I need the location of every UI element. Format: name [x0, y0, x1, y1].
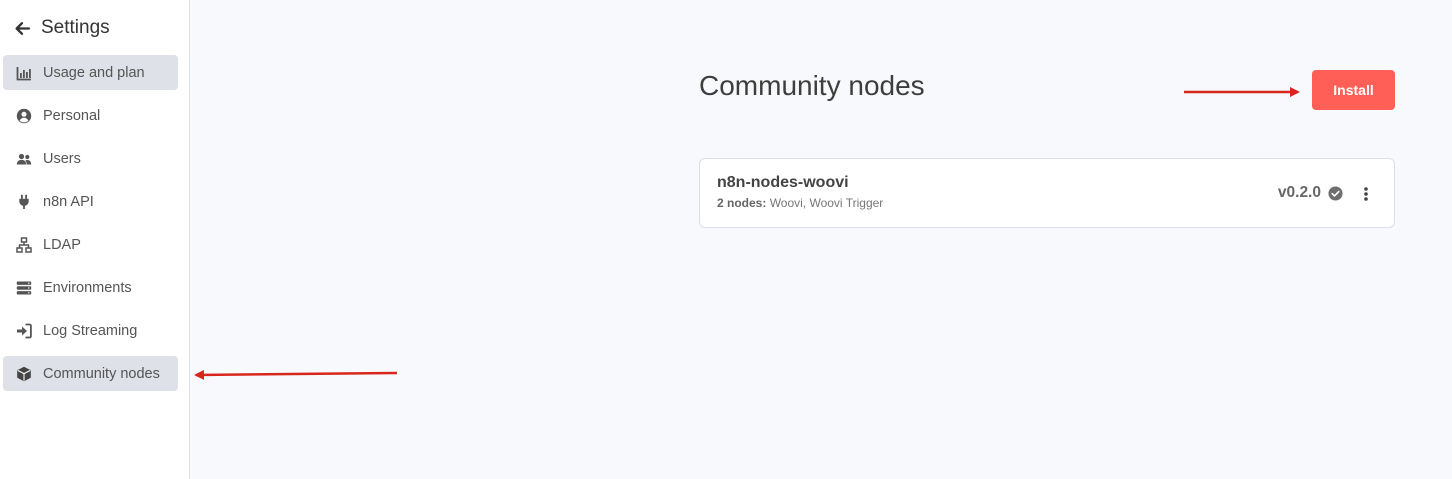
- users-icon: [15, 151, 33, 167]
- install-button[interactable]: Install: [1312, 70, 1395, 110]
- sidebar-item-label: Usage and plan: [43, 64, 145, 81]
- settings-sidebar: Settings Usage and plan Personal Users n…: [0, 0, 190, 479]
- sidebar-item-label: Users: [43, 150, 81, 167]
- settings-back-link[interactable]: Settings: [14, 16, 110, 40]
- version-label: v0.2.0: [1277, 184, 1321, 201]
- community-node-card: n8n-nodes-woovi 2 nodes: Woovi, Woovi Tr…: [699, 158, 1395, 228]
- server-icon: [15, 280, 33, 296]
- sidebar-item-label: Log Streaming: [43, 322, 138, 339]
- node-version: v0.2.0: [1278, 184, 1343, 202]
- sidebar-item-label: Environments: [43, 279, 132, 296]
- node-actions-menu-button[interactable]: [1354, 181, 1378, 207]
- sidebar-item-label: n8n API: [43, 193, 94, 210]
- sidebar-item-label: LDAP: [43, 236, 81, 253]
- plug-icon: [15, 194, 33, 210]
- sidebar-item-usage-and-plan[interactable]: Usage and plan: [3, 55, 178, 90]
- sidebar-item-ldap[interactable]: LDAP: [3, 227, 178, 262]
- node-count: 2 nodes:: [717, 196, 767, 210]
- sidebar-item-users[interactable]: Users: [3, 141, 178, 176]
- arrow-left-icon[interactable]: [14, 20, 31, 37]
- kebab-menu-icon: [1364, 187, 1368, 201]
- page-title: Community nodes: [699, 70, 925, 101]
- sidebar-item-label: Personal: [43, 107, 101, 124]
- user-circle-icon: [15, 108, 33, 124]
- node-package-name: n8n-nodes-woovi: [717, 174, 849, 191]
- cube-icon: [15, 366, 33, 382]
- network-icon: [15, 236, 33, 253]
- usage-chart-icon: [15, 65, 33, 81]
- settings-nav: Usage and plan Personal Users n8n API LD…: [3, 55, 178, 399]
- sidebar-item-label: Community nodes: [43, 365, 160, 382]
- node-meta: 2 nodes: Woovi, Woovi Trigger: [717, 196, 883, 210]
- check-circle-icon: [1328, 185, 1343, 201]
- node-list: Woovi, Woovi Trigger: [769, 196, 884, 210]
- sidebar-item-n8n-api[interactable]: n8n API: [3, 184, 178, 219]
- sidebar-item-community-nodes[interactable]: Community nodes: [3, 356, 178, 391]
- main-content: Community nodes Install n8n-nodes-woovi …: [191, 0, 1452, 479]
- sidebar-item-personal[interactable]: Personal: [3, 98, 178, 133]
- sidebar-item-log-streaming[interactable]: Log Streaming: [3, 313, 178, 348]
- sign-in-icon: [15, 323, 33, 339]
- settings-title: Settings: [41, 17, 110, 38]
- sidebar-item-environments[interactable]: Environments: [3, 270, 178, 305]
